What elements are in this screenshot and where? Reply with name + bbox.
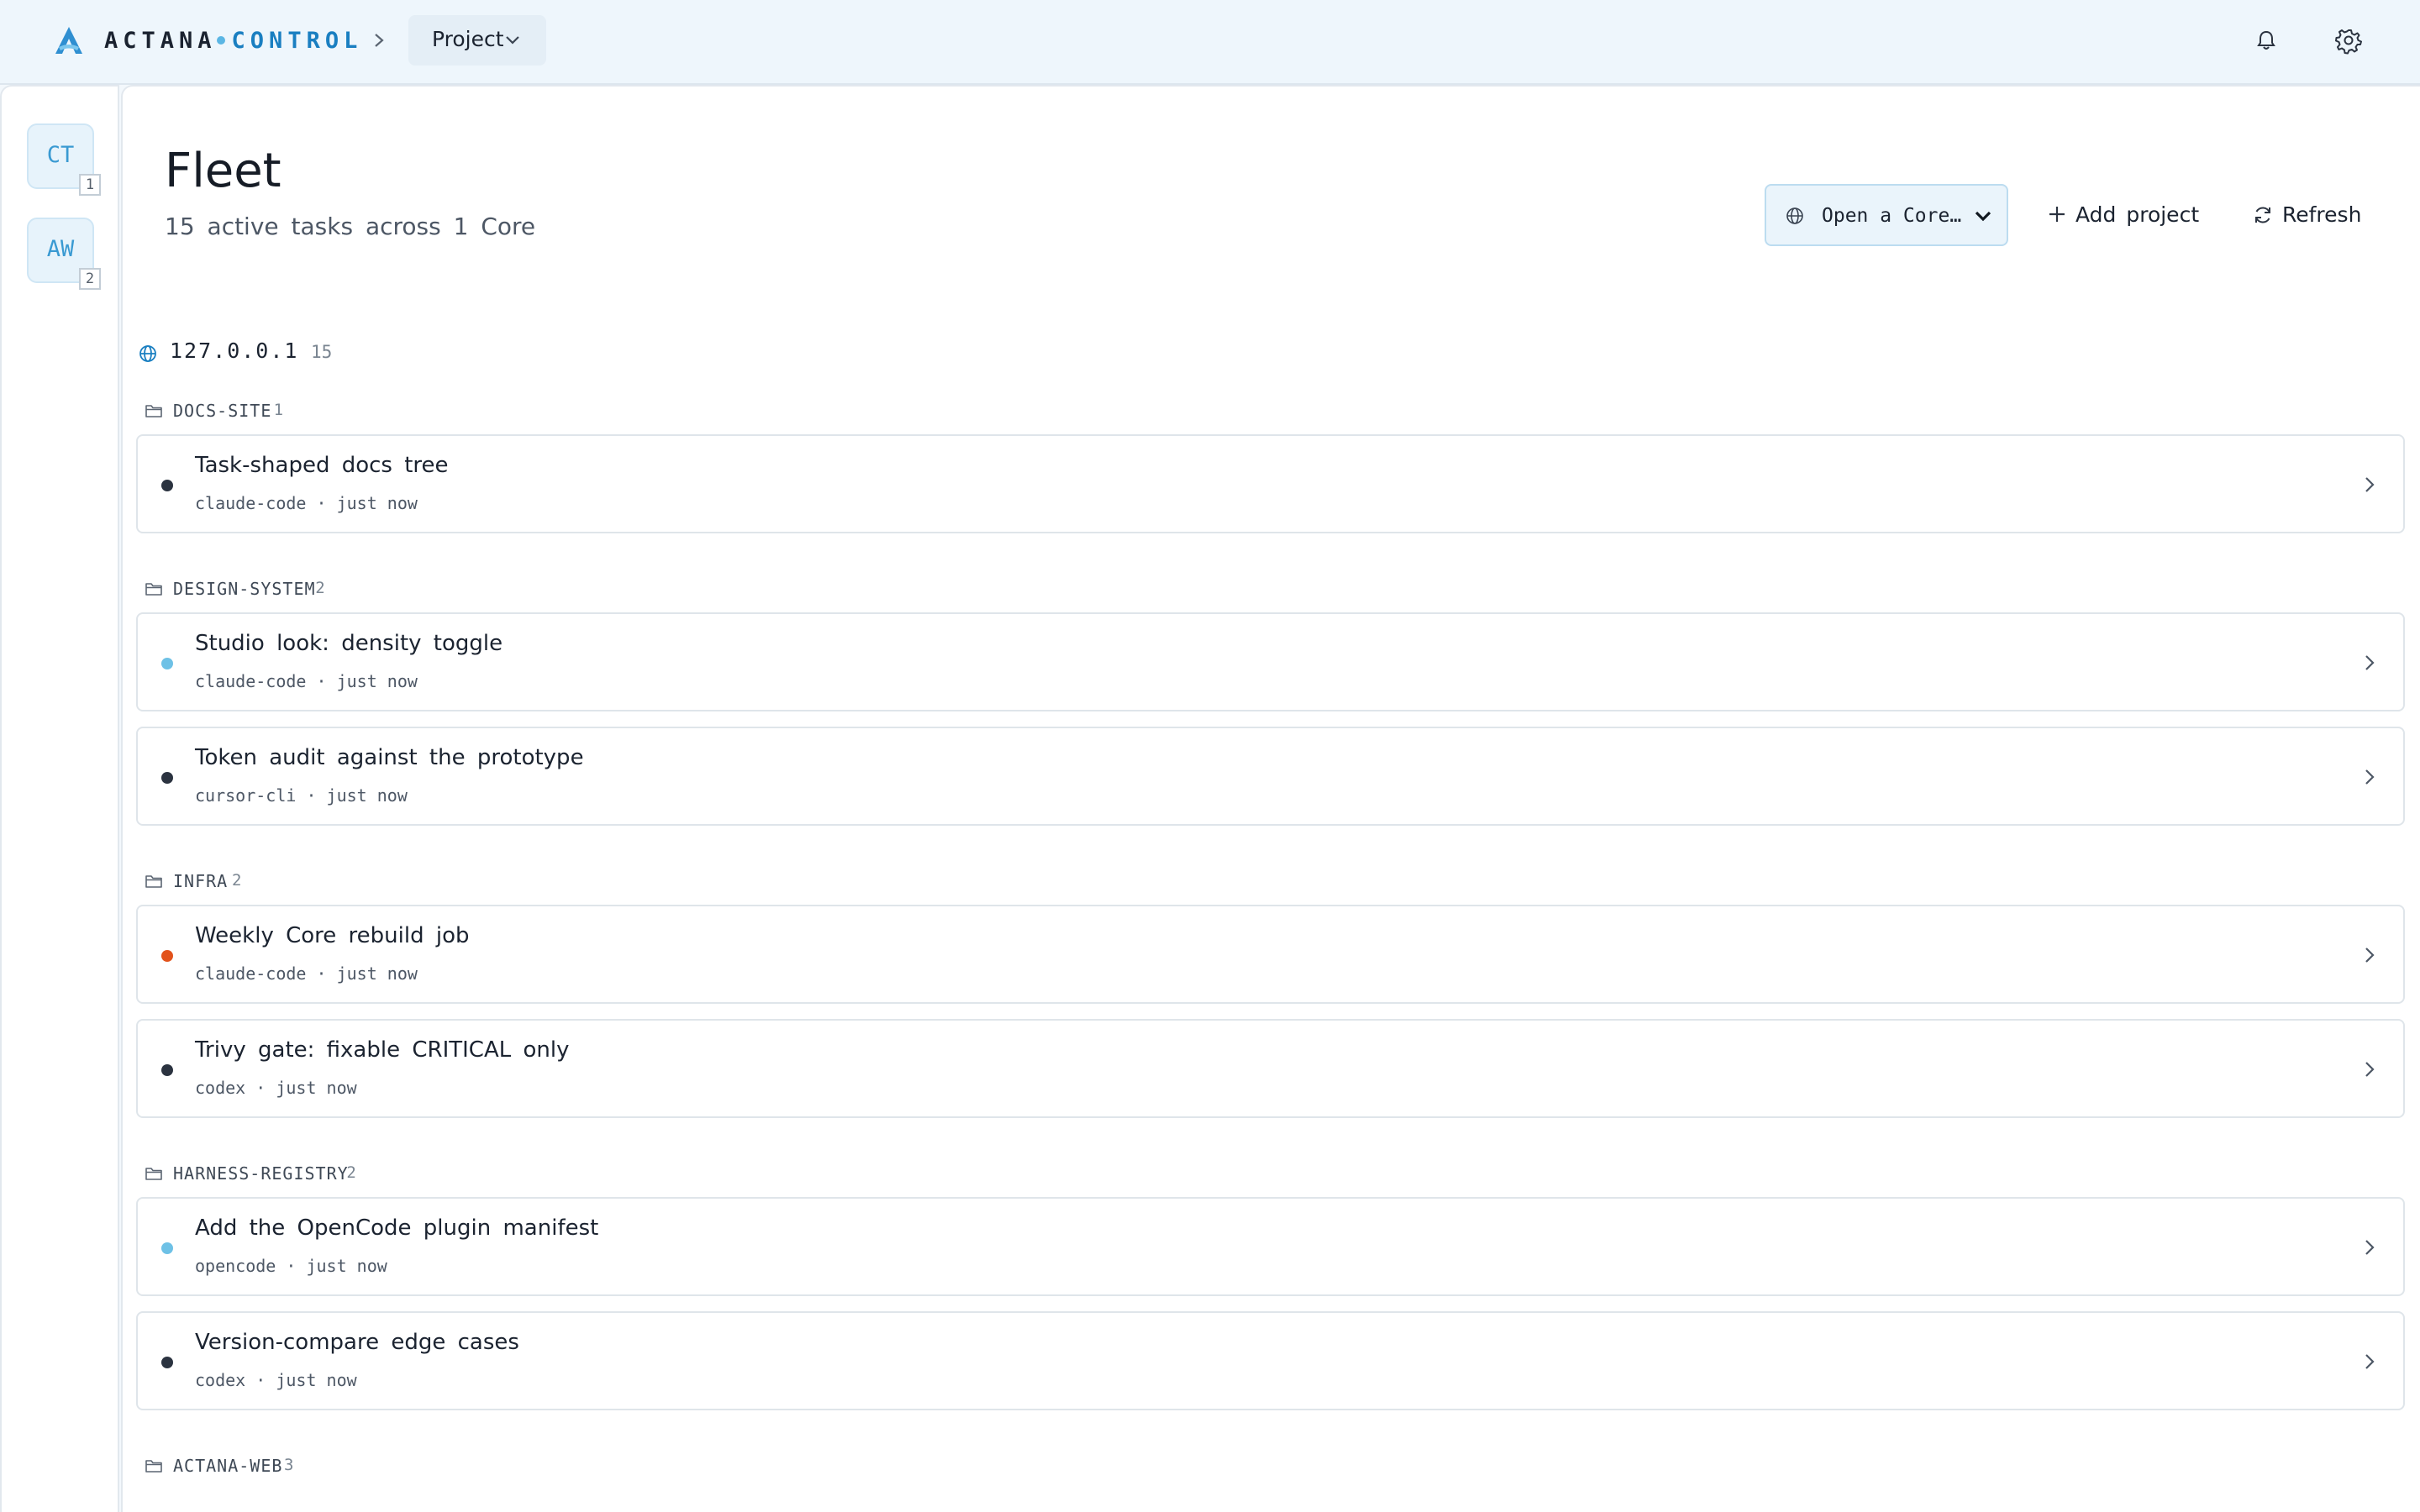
folder-icon bbox=[145, 583, 162, 596]
main-panel: Fleet 15 active tasks across 1 Core Open… bbox=[121, 85, 2420, 1512]
task-meta: opencode · just now bbox=[195, 1256, 387, 1276]
task-time: just now bbox=[326, 785, 408, 806]
chevron-right-icon bbox=[2365, 1240, 2375, 1255]
task-title: Task-shaped docs tree bbox=[195, 453, 449, 478]
task-agent: claude-code bbox=[195, 493, 307, 513]
brand-wordmark[interactable]: ACTANA CONTROL bbox=[104, 25, 362, 57]
core-host-count: 15 bbox=[311, 342, 333, 362]
workspace-count-badge: 1 bbox=[79, 174, 101, 196]
project-selector-label: Project bbox=[432, 27, 504, 51]
top-bar: ACTANA CONTROL Project bbox=[0, 0, 2420, 85]
refresh-label: Refresh bbox=[2282, 202, 2362, 227]
task-agent: cursor-cli bbox=[195, 785, 297, 806]
workspace-initials: CT bbox=[46, 142, 75, 168]
task-status-dot bbox=[161, 480, 173, 491]
task-time: just now bbox=[276, 1370, 357, 1390]
open-core-dropdown[interactable]: Open a Core… bbox=[1765, 184, 2008, 246]
task-time: just now bbox=[276, 1078, 357, 1098]
globe-icon bbox=[139, 345, 156, 362]
project-group-count: 2 bbox=[315, 579, 325, 597]
project-group-count: 1 bbox=[273, 401, 284, 419]
workspace-tile-aw[interactable]: AW 2 bbox=[27, 218, 101, 290]
page-title: Fleet bbox=[165, 144, 281, 198]
project-group-count: 2 bbox=[232, 871, 242, 890]
task-title: Version-compare edge cases bbox=[195, 1330, 519, 1355]
brand-right: CONTROL bbox=[231, 28, 363, 54]
task-row[interactable]: Trivy gate: fixable CRITICAL only codex ·… bbox=[136, 1019, 2405, 1118]
task-row[interactable]: Token audit against the prototype cursor-… bbox=[136, 727, 2405, 826]
task-time: just now bbox=[336, 963, 418, 984]
add-project-label: Add project bbox=[2075, 202, 2200, 227]
gear-icon[interactable] bbox=[2333, 25, 2364, 55]
chevron-right-icon bbox=[2365, 948, 2375, 963]
core-host-name: 127.0.0.1 bbox=[170, 339, 299, 363]
task-title: Token audit against the prototype bbox=[195, 745, 584, 770]
project-group-name: DOCS-SITE bbox=[173, 401, 272, 421]
task-status-dot bbox=[161, 1064, 173, 1076]
task-meta: claude-code · just now bbox=[195, 493, 418, 513]
folder-icon bbox=[145, 405, 162, 417]
project-group-count: 3 bbox=[284, 1456, 294, 1474]
project-selector-button[interactable]: Project bbox=[408, 15, 546, 66]
project-group-name: DESIGN-SYSTEM bbox=[173, 579, 316, 599]
task-time: just now bbox=[336, 493, 418, 513]
task-status-dot bbox=[161, 950, 173, 962]
chevron-right-icon bbox=[2365, 769, 2375, 785]
task-title: Studio look: density toggle bbox=[195, 631, 503, 656]
bell-icon[interactable] bbox=[2251, 25, 2281, 55]
page-subtitle: 15 active tasks across 1 Core bbox=[165, 213, 536, 240]
task-agent: codex bbox=[195, 1078, 246, 1098]
project-group-name: HARNESS-REGISTRY bbox=[173, 1163, 349, 1184]
folder-icon bbox=[145, 1168, 162, 1180]
task-row[interactable]: Weekly Core rebuild job claude-code · jus… bbox=[136, 905, 2405, 1004]
task-meta: cursor-cli · just now bbox=[195, 785, 408, 806]
project-group-count: 2 bbox=[346, 1163, 356, 1182]
task-meta: claude-code · just now bbox=[195, 671, 418, 691]
chevron-down-icon bbox=[1975, 211, 1991, 222]
folder-icon bbox=[145, 875, 162, 888]
workspace-tile-ct[interactable]: CT 1 bbox=[27, 123, 101, 196]
open-core-label: Open a Core… bbox=[1822, 205, 1962, 227]
chevron-right-icon bbox=[2365, 477, 2375, 492]
workspace-initials: AW bbox=[46, 236, 75, 262]
task-status-dot bbox=[161, 1357, 173, 1368]
task-title: Weekly Core rebuild job bbox=[195, 923, 470, 948]
task-row[interactable]: Add the OpenCode plugin manifest opencode… bbox=[136, 1197, 2405, 1296]
globe-icon bbox=[1786, 207, 1803, 224]
folder-icon bbox=[145, 1460, 162, 1473]
task-status-dot bbox=[161, 1242, 173, 1254]
refresh-icon bbox=[2255, 207, 2270, 223]
task-meta: codex · just now bbox=[195, 1078, 357, 1098]
chevron-right-icon bbox=[2365, 655, 2375, 670]
project-group-name: INFRA bbox=[173, 871, 229, 891]
plus-icon bbox=[2049, 207, 2065, 222]
task-row[interactable]: Studio look: density toggle claude-code ·… bbox=[136, 612, 2405, 711]
task-time: just now bbox=[306, 1256, 387, 1276]
brand-dot bbox=[216, 35, 225, 45]
task-row[interactable]: Version-compare edge cases codex · just n… bbox=[136, 1311, 2405, 1410]
task-status-dot bbox=[161, 772, 173, 784]
task-time: just now bbox=[336, 671, 418, 691]
task-title: Trivy gate: fixable CRITICAL only bbox=[195, 1037, 570, 1063]
task-agent: claude-code bbox=[195, 671, 307, 691]
task-title: Add the OpenCode plugin manifest bbox=[195, 1215, 599, 1241]
task-meta: codex · just now bbox=[195, 1370, 357, 1390]
workspace-rail: CT 1 AW 2 bbox=[0, 85, 119, 1512]
task-row[interactable]: Task-shaped docs tree claude-code · just … bbox=[136, 434, 2405, 533]
project-group-name: ACTANA-WEB bbox=[173, 1456, 283, 1476]
chevron-right-icon bbox=[375, 34, 384, 47]
workspace-count-badge: 2 bbox=[79, 268, 101, 290]
task-agent: opencode bbox=[195, 1256, 276, 1276]
task-agent: claude-code bbox=[195, 963, 307, 984]
actana-logo-icon[interactable] bbox=[52, 25, 86, 57]
chevron-right-icon bbox=[2365, 1354, 2375, 1369]
chevron-right-icon bbox=[2365, 1062, 2375, 1077]
task-meta: claude-code · just now bbox=[195, 963, 418, 984]
chevron-down-icon bbox=[506, 36, 519, 45]
brand-left: ACTANA bbox=[104, 28, 217, 54]
task-status-dot bbox=[161, 658, 173, 669]
task-agent: codex bbox=[195, 1370, 246, 1390]
